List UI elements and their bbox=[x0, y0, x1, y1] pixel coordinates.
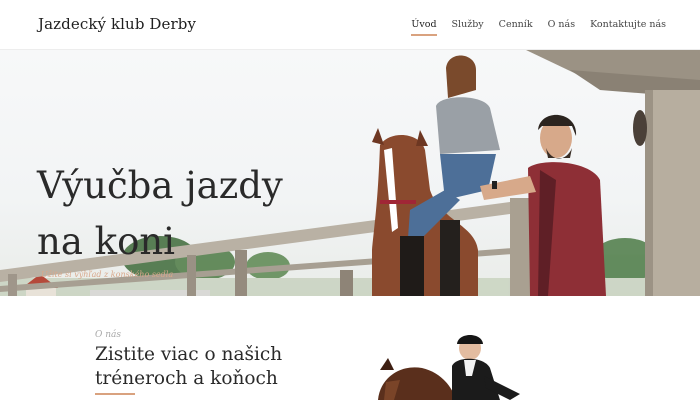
about-divider bbox=[95, 393, 135, 395]
rider-image bbox=[378, 335, 520, 400]
hero-title: Výučba jazdy na koni bbox=[37, 158, 283, 270]
nav-item-kontakt[interactable]: Kontaktujte nás bbox=[590, 19, 666, 34]
hero-title-line2: na koni bbox=[37, 220, 176, 263]
nav-item-uvod[interactable]: Úvod bbox=[411, 19, 437, 36]
hero-title-line1: Výučba jazdy bbox=[37, 164, 283, 207]
about-title: Zistite viac o našich tréneroch a koňoch bbox=[95, 343, 355, 391]
site-header: Jazdecký klub Derby Úvod Služby Cenník O… bbox=[0, 0, 700, 50]
nav-item-o-nas[interactable]: O nás bbox=[548, 19, 575, 34]
about-title-line1: Zistite viac o našich bbox=[95, 344, 283, 365]
about-title-line2: tréneroch a koňoch bbox=[95, 368, 278, 389]
site-logo[interactable]: Jazdecký klub Derby bbox=[38, 15, 196, 33]
hero-subtitle: Užite si výhľad z konského sedla bbox=[41, 270, 174, 279]
nav-item-sluzby[interactable]: Služby bbox=[452, 19, 484, 34]
about-image bbox=[360, 330, 610, 400]
hero-section: Výučba jazdy na koni Užite si výhľad z k… bbox=[0, 50, 700, 296]
nav-item-cennik[interactable]: Cenník bbox=[499, 19, 533, 34]
about-kicker: O nás bbox=[95, 330, 122, 340]
main-nav: Úvod Služby Cenník O nás Kontaktujte nás bbox=[411, 19, 666, 36]
